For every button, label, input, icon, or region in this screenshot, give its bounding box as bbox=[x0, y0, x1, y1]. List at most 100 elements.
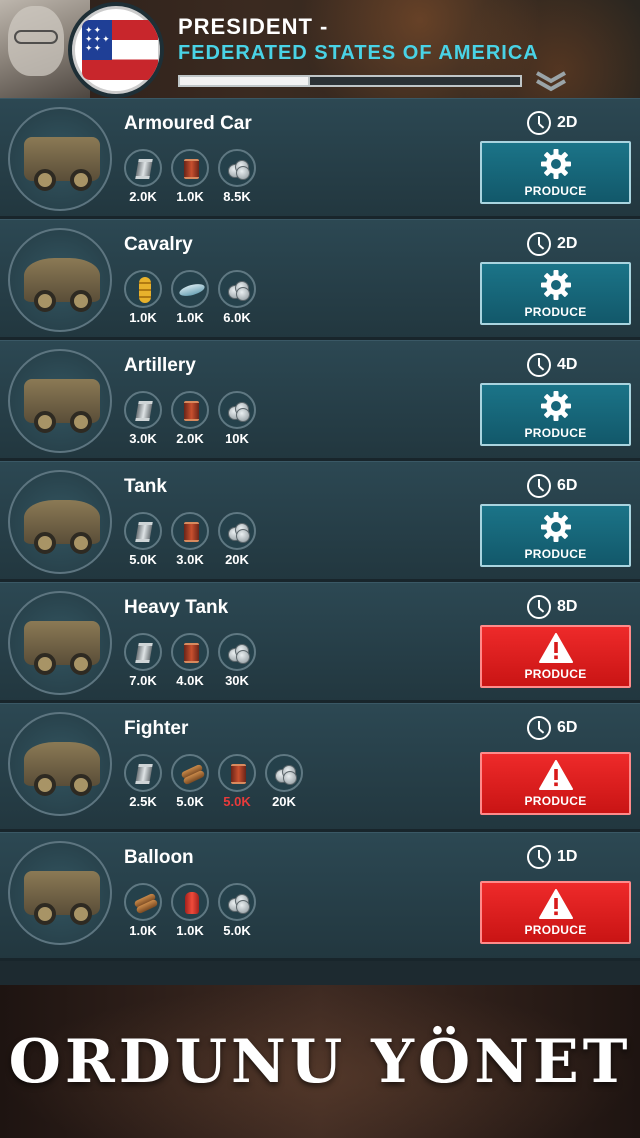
unit-row: Balloon 1.0K 1.0K 5.0K 1D PRODUCE bbox=[0, 832, 640, 961]
resource-cost: 2.5K bbox=[123, 754, 163, 812]
clock-icon bbox=[527, 353, 551, 377]
resource-cost: 3.0K bbox=[170, 512, 210, 570]
warning-icon bbox=[538, 632, 573, 663]
resource-cost: 1.0K bbox=[170, 883, 210, 941]
resource-cost: 20K bbox=[264, 754, 304, 812]
steel-icon bbox=[135, 764, 153, 784]
nation-name: FEDERATED STATES OF AMERICA bbox=[178, 42, 539, 64]
gear-icon bbox=[540, 148, 572, 180]
oil-icon bbox=[184, 401, 199, 421]
steel-icon bbox=[135, 643, 153, 663]
unit-image[interactable] bbox=[8, 349, 112, 453]
double-chevron-down-icon[interactable] bbox=[534, 70, 568, 92]
production-time: 4D bbox=[527, 353, 577, 377]
time-value: 2D bbox=[557, 114, 578, 131]
steel-icon bbox=[135, 401, 153, 421]
resource-cost: 5.0K bbox=[217, 754, 257, 812]
slogan-text: ORDUNU YÖNET bbox=[8, 1027, 632, 1097]
clock-icon bbox=[527, 595, 551, 619]
time-value: 2D bbox=[557, 235, 578, 252]
resource-cost: 1.0K bbox=[123, 270, 163, 328]
unit-row: Armoured Car 2.0K 1.0K 8.5K 2D PRODUCE bbox=[0, 98, 640, 219]
progress-fill bbox=[180, 77, 310, 85]
progress-bar bbox=[178, 75, 522, 87]
warning-icon bbox=[538, 759, 573, 790]
resource-cost: 1.0K bbox=[170, 270, 210, 328]
gear-icon bbox=[540, 511, 572, 543]
unit-image[interactable] bbox=[8, 228, 112, 332]
unit-image[interactable] bbox=[8, 107, 112, 211]
coins-icon bbox=[228, 523, 250, 543]
time-value: 6D bbox=[557, 477, 578, 494]
resource-cost: 2.0K bbox=[170, 391, 210, 449]
time-value: 6D bbox=[557, 719, 578, 736]
resource-amount: 10K bbox=[225, 431, 249, 446]
coins-icon bbox=[228, 402, 250, 422]
resource-amount: 2.0K bbox=[176, 431, 204, 446]
unit-name: Artillery bbox=[124, 355, 196, 376]
produce-button[interactable]: PRODUCE bbox=[480, 383, 631, 446]
resource-amount: 6.0K bbox=[223, 310, 251, 325]
produce-button[interactable]: PRODUCE bbox=[480, 141, 631, 204]
resource-cost: 5.0K bbox=[170, 754, 210, 812]
resource-cost: 1.0K bbox=[170, 149, 210, 207]
fish-icon bbox=[178, 281, 206, 299]
produce-button[interactable]: PRODUCE bbox=[480, 752, 631, 815]
unit-image[interactable] bbox=[8, 712, 112, 816]
produce-button[interactable]: PRODUCE bbox=[480, 504, 631, 567]
resource-amount: 20K bbox=[272, 794, 296, 809]
coins-icon bbox=[228, 160, 250, 180]
oil-icon bbox=[184, 159, 199, 179]
steel-icon bbox=[135, 159, 153, 179]
produce-label: PRODUCE bbox=[524, 304, 587, 319]
unit-name: Balloon bbox=[124, 847, 194, 868]
resource-cost: 3.0K bbox=[123, 391, 163, 449]
produce-button[interactable]: PRODUCE bbox=[480, 881, 631, 944]
flag-icon: ✦✦ ✦✦✦ ✦✦ bbox=[82, 20, 158, 80]
produce-button[interactable]: PRODUCE bbox=[480, 262, 631, 325]
resource-amount: 5.0K bbox=[176, 794, 204, 809]
produce-label: PRODUCE bbox=[524, 183, 587, 198]
time-value: 4D bbox=[557, 356, 578, 373]
wood-icon bbox=[133, 892, 159, 915]
time-value: 1D bbox=[557, 848, 578, 865]
produce-label: PRODUCE bbox=[524, 425, 587, 440]
resource-amount: 3.0K bbox=[129, 431, 157, 446]
produce-button[interactable]: PRODUCE bbox=[480, 625, 631, 688]
gear-icon bbox=[540, 390, 572, 422]
resource-amount: 1.0K bbox=[129, 310, 157, 325]
resource-cost: 7.0K bbox=[123, 633, 163, 691]
resource-amount: 1.0K bbox=[176, 923, 204, 938]
gas-icon bbox=[185, 892, 199, 914]
gear-icon bbox=[540, 269, 572, 301]
resource-cost: 4.0K bbox=[170, 633, 210, 691]
unit-row: Heavy Tank 7.0K 4.0K 30K 8D PRODUCE bbox=[0, 582, 640, 703]
resource-cost: 10K bbox=[217, 391, 257, 449]
unit-name: Armoured Car bbox=[124, 113, 252, 134]
production-time: 8D bbox=[527, 595, 577, 619]
coins-icon bbox=[228, 644, 250, 664]
header-bar: ✦✦ ✦✦✦ ✦✦ PRESIDENT - FEDERATED STATES OF … bbox=[0, 0, 640, 98]
wood-icon bbox=[180, 763, 206, 786]
resource-amount: 7.0K bbox=[129, 673, 157, 688]
promo-banner: ORDUNU YÖNET bbox=[0, 985, 640, 1138]
production-time: 1D bbox=[527, 845, 577, 869]
unit-image[interactable] bbox=[8, 841, 112, 945]
nation-flag-badge[interactable]: ✦✦ ✦✦✦ ✦✦ bbox=[68, 2, 164, 98]
unit-list: Armoured Car 2.0K 1.0K 8.5K 2D PRODUCE Cavalry… bbox=[0, 98, 640, 961]
resource-cost: 2.0K bbox=[123, 149, 163, 207]
clock-icon bbox=[527, 111, 551, 135]
production-time: 6D bbox=[527, 474, 577, 498]
unit-image[interactable] bbox=[8, 591, 112, 695]
warning-icon bbox=[538, 888, 573, 919]
production-time: 6D bbox=[527, 716, 577, 740]
time-value: 8D bbox=[557, 598, 578, 615]
produce-label: PRODUCE bbox=[524, 546, 587, 561]
resource-amount: 2.5K bbox=[129, 794, 157, 809]
produce-label: PRODUCE bbox=[524, 793, 587, 808]
coins-icon bbox=[228, 894, 250, 914]
unit-row: Cavalry 1.0K 1.0K 6.0K 2D PRODUCE bbox=[0, 219, 640, 340]
unit-name: Fighter bbox=[124, 718, 189, 739]
unit-name: Heavy Tank bbox=[124, 597, 229, 618]
unit-image[interactable] bbox=[8, 470, 112, 574]
